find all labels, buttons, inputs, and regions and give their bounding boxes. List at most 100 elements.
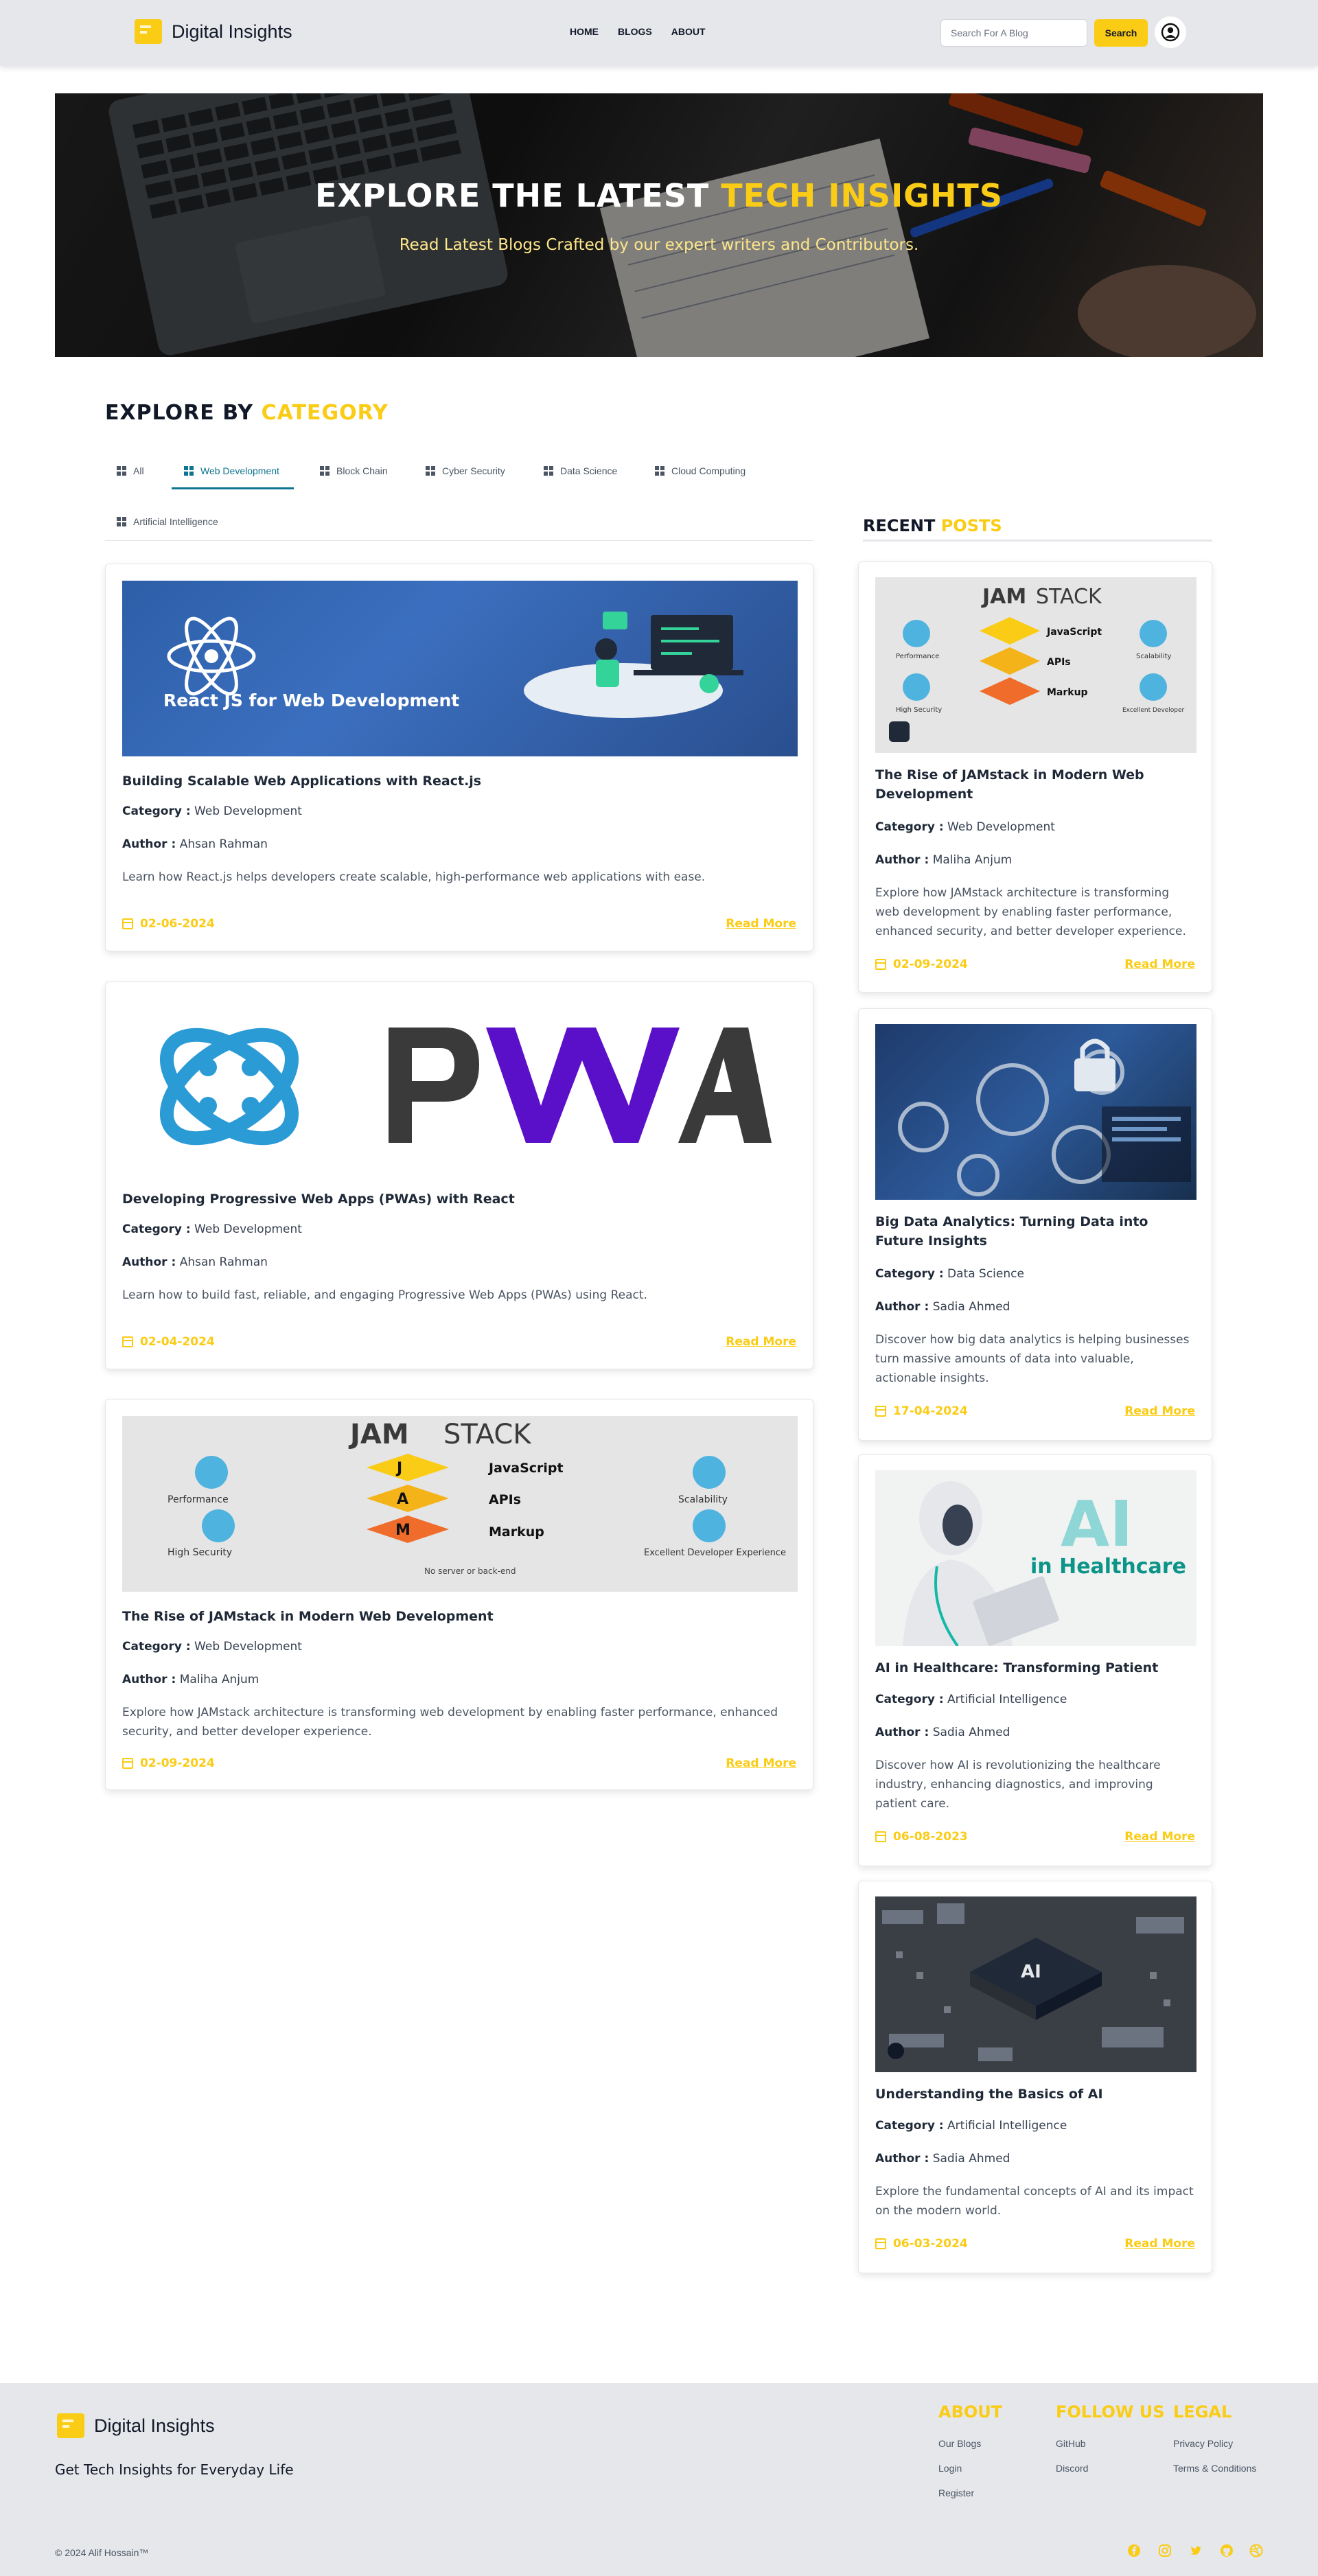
tab-artificial-intelligence[interactable]: Artificial Intelligence	[117, 508, 218, 535]
post-description: Learn how to build fast, reliable, and e…	[122, 1288, 647, 1302]
footer-link-our-blogs[interactable]: Our Blogs	[938, 2438, 981, 2449]
hero-overlay	[55, 93, 1263, 357]
post-date: 02-09-2024	[122, 1756, 215, 1770]
post-date: 17-04-2024	[875, 1404, 968, 1418]
post-thumbnail	[122, 999, 798, 1174]
read-more-link[interactable]: Read More	[726, 1756, 796, 1770]
footer-link-privacy[interactable]: Privacy Policy	[1173, 2438, 1233, 2449]
read-more-link[interactable]: Read More	[1124, 1830, 1195, 1844]
post-title[interactable]: The Rise of JAMstack in Modern Web Devel…	[122, 1607, 795, 1626]
svg-text:J: J	[395, 1460, 402, 1477]
tab-label: Web Development	[200, 465, 279, 476]
read-more-link[interactable]: Read More	[1124, 1404, 1195, 1418]
tab-cyber-security[interactable]: Cyber Security	[426, 457, 505, 485]
jam-title-a: JAM	[348, 1419, 409, 1450]
svg-text:Excellent Developer: Excellent Developer	[1122, 707, 1185, 714]
user-avatar-button[interactable]	[1155, 16, 1186, 48]
category-heading: EXPLORE BY CATEGORY	[105, 401, 389, 425]
footer-link-github[interactable]: GitHub	[1056, 2438, 1086, 2449]
jam-left-2: High Security	[167, 1547, 232, 1558]
footer-brand[interactable]: Digital Insights	[57, 2413, 215, 2438]
post-title[interactable]: Developing Progressive Web Apps (PWAs) w…	[122, 1190, 795, 1209]
post-description: Explore the fundamental concepts of AI a…	[875, 2185, 1194, 2218]
svg-text:Performance: Performance	[896, 653, 939, 660]
svg-text:AI: AI	[1021, 1962, 1041, 1982]
post-title[interactable]: Building Scalable Web Applications with …	[122, 771, 795, 791]
search-input[interactable]	[940, 19, 1087, 47]
tab-label: Artificial Intelligence	[133, 516, 218, 527]
post-title[interactable]: Understanding the Basics of AI	[875, 2085, 1196, 2104]
hero-subtitle: Read Latest Blogs Crafted by our expert …	[399, 236, 919, 254]
twitter-icon[interactable]	[1188, 2542, 1204, 2559]
jamstack-thumb-image: JAM STACK JavaScript APIs Markup Perform…	[889, 585, 1185, 742]
post-category-label: Category :	[875, 820, 944, 834]
footer: Digital Insights Get Tech Insights for E…	[0, 2383, 1318, 2576]
read-more-link[interactable]: Read More	[726, 917, 796, 931]
jam-footer: No server or back-end	[424, 1566, 516, 1576]
brand-name: Digital Insights	[172, 21, 292, 42]
post-category-label: Category :	[875, 1267, 944, 1281]
tab-all[interactable]: All	[117, 457, 144, 485]
tab-data-science[interactable]: Data Science	[544, 457, 617, 485]
post-author: Author : Sadia Ahmed	[875, 1300, 1010, 1314]
footer-link-login[interactable]: Login	[938, 2463, 962, 2474]
grid-icon	[184, 466, 194, 476]
post-date: 06-03-2024	[875, 2237, 968, 2251]
footer-link-discord[interactable]: Discord	[1056, 2463, 1088, 2474]
nav-link-home[interactable]: HOME	[570, 26, 599, 37]
post-description: Discover how AI is revolutionizing the h…	[875, 1759, 1161, 1811]
post-author-value: Sadia Ahmed	[932, 2152, 1010, 2166]
read-more-link[interactable]: Read More	[1124, 2237, 1195, 2251]
category-heading-main: EXPLORE BY	[105, 401, 262, 425]
nav-link-blogs[interactable]: BLOGS	[618, 26, 652, 37]
tab-label: Cloud Computing	[671, 465, 746, 476]
post-category-value: Web Development	[194, 1222, 302, 1236]
post-author-value: Ahsan Rahman	[179, 837, 268, 851]
navbar: Digital Insights HOME BLOGS ABOUT Search	[0, 0, 1318, 66]
tab-block-chain[interactable]: Block Chain	[320, 457, 388, 485]
jamstack-banner-image: JAM STACK J A M JavaScript APIs Markup P…	[167, 1419, 786, 1576]
instagram-icon[interactable]	[1157, 2542, 1173, 2559]
dribbble-icon[interactable]	[1248, 2542, 1264, 2559]
tab-cloud-computing[interactable]: Cloud Computing	[655, 457, 745, 485]
post-category-value: Web Development	[194, 804, 302, 818]
grid-icon	[655, 466, 664, 476]
post-author-value: Sadia Ahmed	[932, 1726, 1010, 1739]
recent-post-card[interactable]: AI in Healthcare AI in Healthcare: Trans…	[858, 1454, 1212, 1866]
post-thumbnail: JAM STACK J A M JavaScript APIs Markup P…	[122, 1416, 798, 1592]
user-circle-icon	[1161, 23, 1180, 42]
github-icon[interactable]	[1218, 2542, 1235, 2559]
healthcare-small-text: in Healthcare	[1030, 1555, 1186, 1579]
post-description: Explore how JAMstack architecture is tra…	[122, 1706, 778, 1739]
post-card[interactable]: JAM STACK J A M JavaScript APIs Markup P…	[105, 1399, 813, 1790]
footer-link-register[interactable]: Register	[938, 2487, 974, 2498]
post-title[interactable]: AI in Healthcare: Transforming Patient	[875, 1658, 1196, 1678]
tab-web-development[interactable]: Web Development	[184, 457, 279, 485]
nav-link-about[interactable]: ABOUT	[671, 26, 706, 37]
post-title[interactable]: The Rise of JAMstack in Modern Web Devel…	[875, 765, 1196, 804]
jam-item-1: JavaScript	[487, 1461, 564, 1476]
active-tab-indicator	[172, 487, 294, 489]
facebook-icon[interactable]	[1126, 2542, 1142, 2559]
grid-icon	[117, 466, 126, 476]
category-heading-accent: CATEGORY	[261, 401, 389, 425]
post-category: Category : Web Development	[875, 820, 1055, 834]
healthcare-big-text: AI	[1061, 1487, 1133, 1561]
read-more-link[interactable]: Read More	[1124, 958, 1195, 971]
recent-post-card[interactable]: AI Understanding the Basics of AI Catego…	[858, 1881, 1212, 2273]
post-title[interactable]: Big Data Analytics: Turning Data into Fu…	[875, 1212, 1196, 1251]
post-card[interactable]: Developing Progressive Web Apps (PWAs) w…	[105, 982, 813, 1369]
recent-post-card[interactable]: JAM STACK JavaScript APIs Markup Perform…	[858, 561, 1212, 993]
footer-link-terms[interactable]: Terms & Conditions	[1173, 2463, 1256, 2474]
recent-post-card[interactable]: Big Data Analytics: Turning Data into Fu…	[858, 1008, 1212, 1441]
read-more-link[interactable]: Read More	[726, 1335, 796, 1349]
jam-left-1: Performance	[167, 1494, 229, 1505]
brand[interactable]: Digital Insights	[135, 19, 292, 44]
post-category-value: Artificial Intelligence	[947, 2119, 1067, 2133]
calendar-icon	[875, 1831, 886, 1842]
search-button[interactable]: Search	[1094, 19, 1148, 47]
post-card[interactable]: React JS for Web Development Building Sc…	[105, 564, 813, 951]
logo-icon	[135, 19, 162, 44]
hero-banner: EXPLORE THE LATEST TECH INSIGHTS Read La…	[55, 93, 1263, 357]
post-description: Discover how big data analytics is helpi…	[875, 1333, 1190, 1385]
